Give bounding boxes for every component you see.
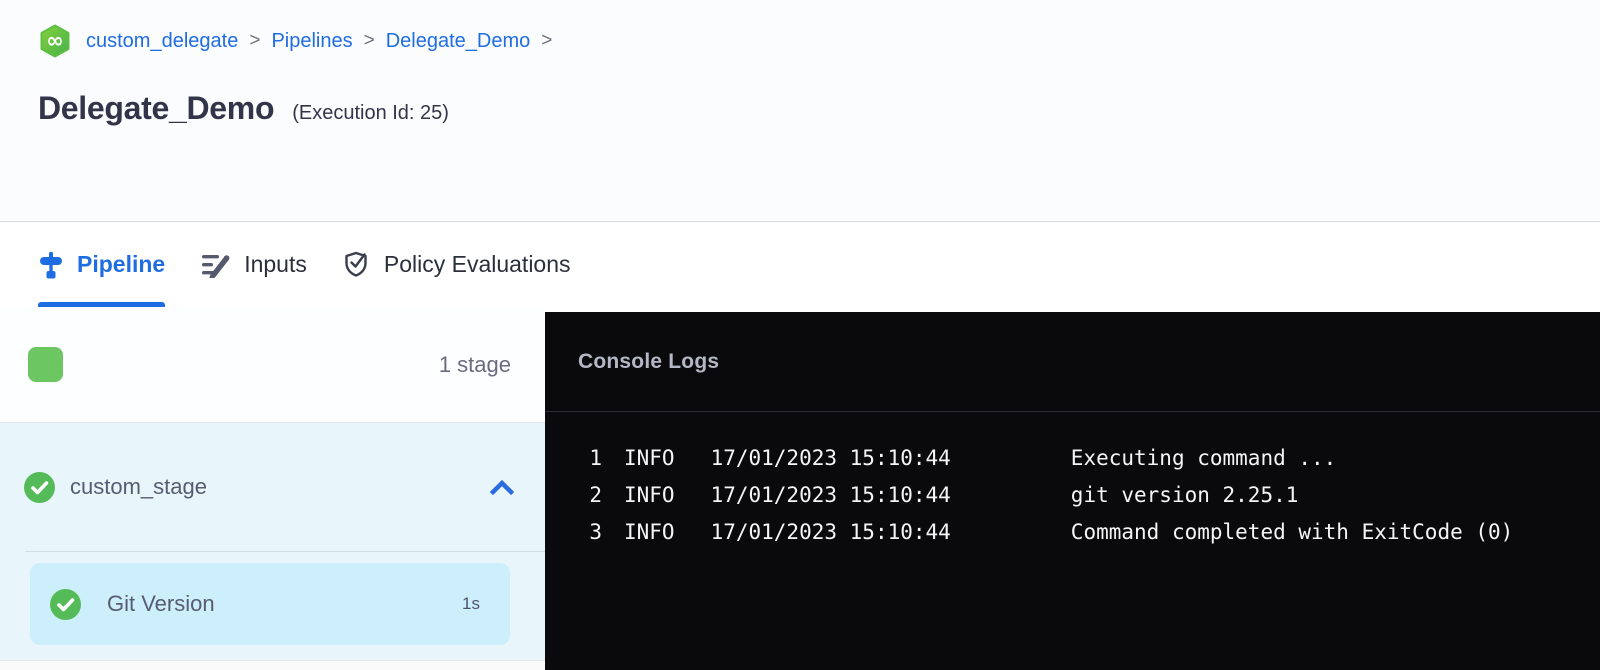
tab-inputs[interactable]: Inputs (201, 222, 307, 307)
breadcrumb-link-project[interactable]: custom_delegate (86, 30, 238, 53)
stage-name: custom_stage (70, 474, 207, 500)
step-duration: 1s (462, 594, 480, 614)
breadcrumb-link-pipelines[interactable]: Pipelines (271, 30, 352, 53)
console-title: Console Logs (578, 350, 719, 374)
execution-tabbar: Pipeline Inputs Policy Evaluations (0, 221, 1600, 307)
stage-status-chip[interactable] (28, 347, 63, 382)
log-line: 1 INFO 17/01/2023 15:10:44 Executing com… (577, 440, 1580, 477)
tab-pipeline[interactable]: Pipeline (38, 222, 165, 307)
harness-cd-module-icon[interactable]: ∞ (38, 24, 72, 58)
log-line: 3 INFO 17/01/2023 15:10:44 Command compl… (577, 514, 1580, 551)
stages-panel: 1 stage custom_stage (0, 307, 545, 670)
breadcrumb-separator: > (541, 30, 552, 52)
stages-summary-row: 1 stage (0, 307, 545, 422)
log-line-number: 1 (577, 440, 602, 477)
policy-evaluations-icon (343, 250, 371, 279)
breadcrumb-separator: > (364, 30, 375, 52)
tab-label: Policy Evaluations (384, 251, 571, 278)
log-message: Executing command ... (1071, 440, 1337, 477)
log-level: INFO (624, 477, 675, 514)
inputs-icon (201, 252, 231, 278)
log-line: 2 INFO 17/01/2023 15:10:44 git version 2… (577, 477, 1580, 514)
log-timestamp: 17/01/2023 15:10:44 (711, 477, 951, 514)
success-check-icon (24, 472, 55, 503)
pipeline-icon (38, 251, 64, 279)
log-level: INFO (624, 440, 675, 477)
breadcrumb: ∞ custom_delegate > Pipelines > Delegate… (38, 24, 1562, 58)
log-level: INFO (624, 514, 675, 551)
success-check-icon (50, 589, 81, 620)
tab-label: Inputs (244, 251, 307, 278)
log-timestamp: 17/01/2023 15:10:44 (711, 440, 951, 477)
panel-bottom-strip (0, 661, 545, 670)
step-name: Git Version (107, 591, 215, 617)
console-header: Console Logs (545, 312, 1600, 412)
console-wrapper: Console Logs 1 INFO 17/01/2023 15:10:44 … (545, 307, 1600, 670)
page-header: ∞ custom_delegate > Pipelines > Delegate… (0, 0, 1600, 221)
stage-count-label: 1 stage (439, 352, 511, 378)
console-panel: Console Logs 1 INFO 17/01/2023 15:10:44 … (545, 312, 1600, 670)
log-line-number: 2 (577, 477, 602, 514)
stage-group: custom_stage Git Ve (0, 423, 545, 660)
svg-text:∞: ∞ (46, 29, 64, 53)
log-message: git version 2.25.1 (1071, 477, 1299, 514)
step-list: Git Version 1s (0, 552, 545, 645)
page-title: Delegate_Demo (38, 90, 274, 127)
step-row-git-version[interactable]: Git Version 1s (30, 563, 510, 645)
breadcrumb-link-pipeline-name[interactable]: Delegate_Demo (386, 30, 531, 53)
log-timestamp: 17/01/2023 15:10:44 (711, 514, 951, 551)
chevron-up-icon[interactable] (489, 478, 515, 496)
stage-row-custom-stage[interactable]: custom_stage (0, 423, 545, 551)
execution-id-label: (Execution Id: 25) (292, 102, 449, 125)
breadcrumb-separator: > (249, 30, 260, 52)
tab-policy-evaluations[interactable]: Policy Evaluations (343, 222, 571, 307)
execution-content: 1 stage custom_stage (0, 307, 1600, 670)
title-row: Delegate_Demo (Execution Id: 25) (38, 90, 1562, 127)
tab-label: Pipeline (77, 251, 165, 278)
log-line-number: 3 (577, 514, 602, 551)
console-log-list: 1 INFO 17/01/2023 15:10:44 Executing com… (545, 412, 1600, 551)
log-message: Command completed with ExitCode (0) (1071, 514, 1514, 551)
